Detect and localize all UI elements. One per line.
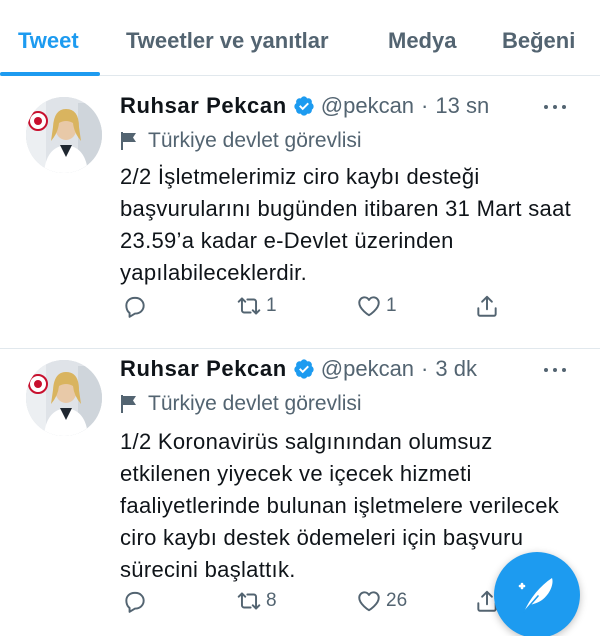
avatar-image <box>26 360 102 436</box>
government-label: Türkiye devlet görevlisi <box>120 392 362 416</box>
reply-icon <box>125 296 145 318</box>
tweet-header: Ruhsar Pekcan @pekcan · 3 dk <box>120 356 477 382</box>
separator-dot: · <box>421 93 429 118</box>
retweet-button[interactable]: 8 <box>236 588 277 614</box>
more-options-icon[interactable] <box>544 105 566 109</box>
tweet[interactable]: Ruhsar Pekcan @pekcan · 13 sn Türkiye de… <box>0 77 600 349</box>
tweet-actions: 8 26 <box>120 588 520 618</box>
active-tab-indicator <box>0 72 100 76</box>
retweet-count: 1 <box>266 295 277 316</box>
flag-icon <box>121 395 136 413</box>
heart-icon <box>358 296 380 317</box>
like-count: 1 <box>386 295 397 316</box>
profile-tabs: Tweet Tweetler ve yanıtlar Medya Beğeni <box>0 0 600 76</box>
tab-likes[interactable]: Beğeni <box>502 28 575 54</box>
like-button[interactable]: 26 <box>356 588 407 614</box>
retweet-icon <box>237 297 261 315</box>
share-button[interactable] <box>474 293 500 319</box>
separator-dot: · <box>421 356 429 381</box>
government-label-text: Türkiye devlet görevlisi <box>148 392 362 415</box>
avatar[interactable] <box>26 360 102 436</box>
tab-tweets[interactable]: Tweet <box>18 28 79 54</box>
tab-media[interactable]: Medya <box>388 28 456 54</box>
like-count: 26 <box>386 590 408 611</box>
avatar-image <box>26 97 102 173</box>
avatar[interactable] <box>26 97 102 173</box>
author-name[interactable]: Ruhsar Pekcan <box>120 356 287 382</box>
reply-button[interactable] <box>122 293 148 319</box>
reply-button[interactable] <box>122 588 148 614</box>
heart-icon <box>358 591 380 612</box>
flag-icon <box>121 132 136 150</box>
share-icon <box>477 295 497 317</box>
tweet-text: 2/2 İşletmelerimiz ciro kaybı desteği ba… <box>120 164 572 285</box>
verified-badge-icon <box>294 359 314 379</box>
author-handle[interactable]: @pekcan <box>321 93 414 119</box>
government-label: Türkiye devlet görevlisi <box>120 129 362 153</box>
retweet-button[interactable]: 1 <box>236 293 277 319</box>
compose-tweet-icon <box>518 578 553 613</box>
author-name[interactable]: Ruhsar Pekcan <box>120 93 287 119</box>
retweet-count: 8 <box>266 590 277 611</box>
retweet-icon <box>237 592 261 610</box>
reply-icon <box>125 591 145 613</box>
tweet-timestamp[interactable]: 3 dk <box>435 356 477 382</box>
government-label-text: Türkiye devlet görevlisi <box>148 129 362 152</box>
tweet-header: Ruhsar Pekcan @pekcan · 13 sn <box>120 93 489 119</box>
more-options-icon[interactable] <box>544 368 566 372</box>
like-button[interactable]: 1 <box>356 293 397 319</box>
verified-badge-icon <box>294 96 314 116</box>
tab-tweets-and-replies[interactable]: Tweetler ve yanıtlar <box>126 28 329 54</box>
tweet-timestamp[interactable]: 13 sn <box>435 93 489 119</box>
author-handle[interactable]: @pekcan <box>321 356 414 382</box>
compose-tweet-button[interactable] <box>494 552 580 636</box>
tweet-actions: 1 1 <box>120 293 520 323</box>
